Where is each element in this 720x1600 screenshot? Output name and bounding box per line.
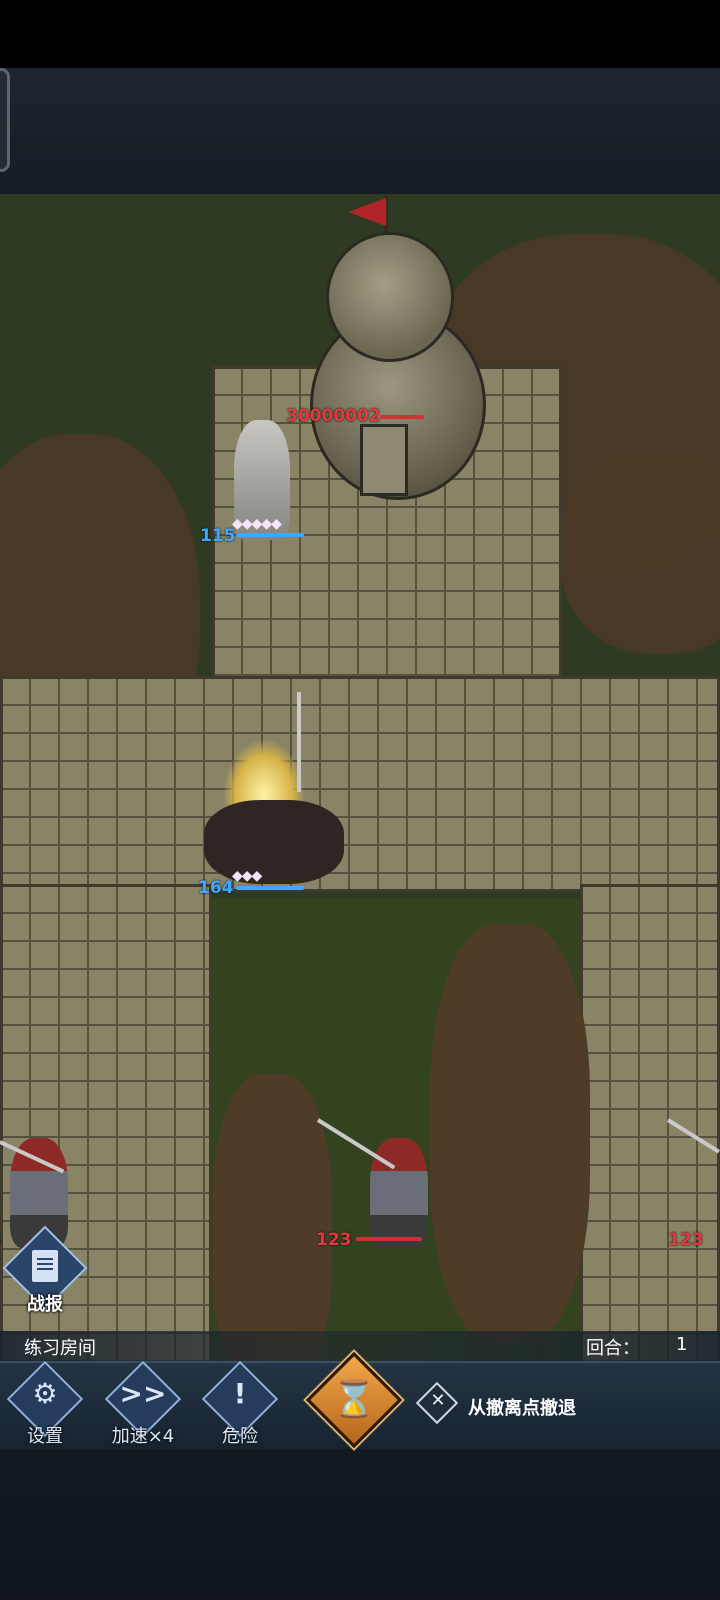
- battle-report-label: 战报: [27, 1294, 63, 1315]
- hourglass-icon: ⌛: [331, 1379, 377, 1420]
- speed-button[interactable]: >> 加速×4: [100, 1360, 186, 1448]
- enemy-center-hp: 123: [316, 1230, 352, 1250]
- end-turn-button[interactable]: ⌛: [305, 1351, 403, 1449]
- status-bar-area: [0, 0, 720, 68]
- danger-label: 危险: [222, 1426, 258, 1447]
- round-label: 回合：: [586, 1338, 640, 1359]
- top-panel: [0, 68, 720, 194]
- watch-tower[interactable]: [300, 196, 490, 504]
- knight-hp-bar: [236, 886, 304, 890]
- ally-knight-unit[interactable]: [204, 740, 354, 900]
- red-flag: [348, 198, 386, 226]
- document-icon: [32, 1250, 58, 1282]
- knight-rank-pips: ◆◆◆: [232, 868, 262, 884]
- retreat-label: 从撤离点撤退: [468, 1398, 576, 1419]
- round-value: 1: [676, 1334, 688, 1355]
- settings-label: 设置: [27, 1426, 63, 1447]
- gear-icon: ⚙: [32, 1377, 58, 1410]
- danger-button[interactable]: ! 危险: [197, 1360, 283, 1448]
- tower-hp-bar: [380, 415, 424, 419]
- crossed-swords-icon: ✕: [430, 1390, 446, 1411]
- exclamation-icon: !: [233, 1377, 247, 1410]
- knight-hp: 164: [198, 878, 234, 898]
- bard-hp-bar: [236, 533, 304, 537]
- speed-label: 加速×4: [111, 1426, 175, 1447]
- tower-door: [360, 424, 408, 496]
- enemy-center-hp-bar: [356, 1237, 422, 1241]
- battle-report-button[interactable]: 战报: [2, 1225, 88, 1318]
- settings-button[interactable]: ⚙ 设置: [2, 1360, 88, 1448]
- bard-hp: 115: [200, 526, 236, 546]
- bottom-panel: [0, 1449, 720, 1600]
- fast-forward-icon: >>: [119, 1377, 167, 1410]
- side-drawer-handle[interactable]: [0, 68, 10, 172]
- room-name: 练习房间: [24, 1338, 96, 1359]
- enemy-right-hp: 123: [668, 1230, 704, 1250]
- bard-rank-pips: ◆◆◆◆◆: [232, 516, 282, 532]
